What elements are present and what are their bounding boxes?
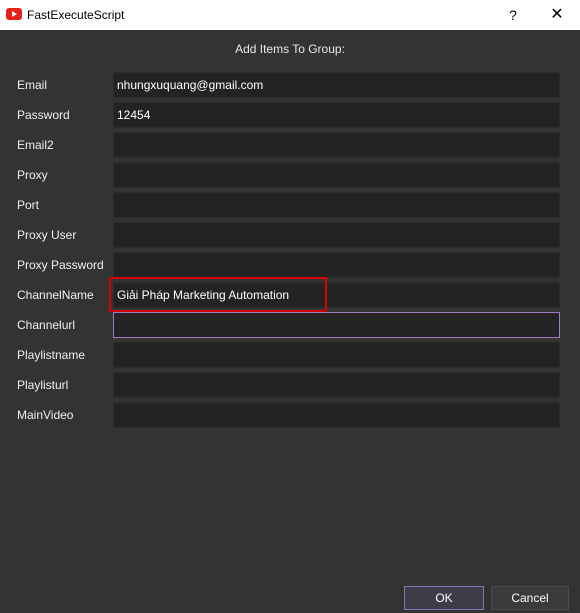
proxy-field[interactable] (113, 162, 560, 188)
email2-field[interactable] (113, 132, 560, 158)
form-row-email: Email (0, 72, 580, 98)
playlist-name-field[interactable] (113, 342, 560, 368)
form-row-proxy: Proxy (0, 162, 580, 188)
form-row-main-video: MainVideo (0, 402, 580, 428)
youtube-icon (6, 8, 22, 20)
ok-button[interactable]: OK (404, 586, 484, 610)
email-field[interactable] (113, 72, 560, 98)
form-row-playlist-url: Playlisturl (0, 372, 580, 398)
main-video-label: MainVideo (17, 408, 74, 422)
form-row-channel-url: Channelurl (0, 312, 580, 338)
playlist-url-label: Playlisturl (17, 378, 69, 392)
email-label: Email (17, 78, 48, 92)
main-video-field[interactable] (113, 402, 560, 428)
playlist-url-field[interactable] (113, 372, 560, 398)
proxy-password-field[interactable] (113, 252, 560, 278)
email2-label: Email2 (17, 138, 54, 152)
form-row-email2: Email2 (0, 132, 580, 158)
password-field[interactable] (113, 102, 560, 128)
channel-url-label: Channelurl (17, 318, 76, 332)
close-button[interactable]: ✕ (544, 4, 570, 26)
cancel-button[interactable]: Cancel (491, 586, 569, 610)
proxy-label: Proxy (17, 168, 48, 182)
proxy-user-label: Proxy User (17, 228, 77, 242)
form-row-password: Password (0, 102, 580, 128)
form-row-proxy-user: Proxy User (0, 222, 580, 248)
port-field[interactable] (113, 192, 560, 218)
channel-url-field[interactable] (113, 312, 560, 338)
dialog-heading: Add Items To Group: (235, 42, 345, 56)
proxy-user-field[interactable] (113, 222, 560, 248)
title-bar: FastExecuteScript ? ✕ (0, 0, 580, 30)
port-label: Port (17, 198, 40, 212)
help-button[interactable]: ? (500, 4, 526, 26)
annotation-highlight-box (109, 277, 327, 312)
channel-name-label: ChannelName (17, 288, 94, 302)
window-title: FastExecuteScript (27, 8, 125, 22)
password-label: Password (17, 108, 70, 122)
proxy-password-label: Proxy Password (17, 258, 104, 272)
playlist-name-label: Playlistname (17, 348, 86, 362)
form-row-playlist-name: Playlistname (0, 342, 580, 368)
form-row-port: Port (0, 192, 580, 218)
form-row-proxy-password: Proxy Password (0, 252, 580, 278)
